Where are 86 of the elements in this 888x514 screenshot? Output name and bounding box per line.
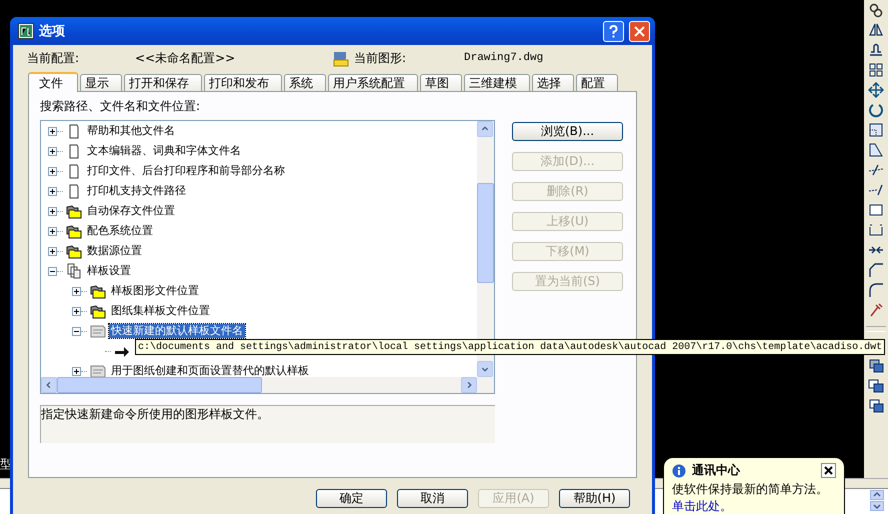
folder-icon: [90, 303, 106, 319]
notification-title: 通讯中心: [692, 462, 742, 479]
scroll-up-icon[interactable]: [477, 121, 493, 137]
scroll-thumb[interactable]: [477, 183, 494, 283]
drawing-icon: [332, 49, 350, 67]
template-file-icon: [90, 323, 106, 339]
window-title: 选项: [39, 23, 66, 40]
scroll-left-icon[interactable]: [41, 377, 57, 393]
dialog-button[interactable]: 取消: [397, 489, 468, 508]
scroll-up-icon[interactable]: [870, 490, 884, 500]
dialog-button[interactable]: 确定: [316, 489, 387, 508]
expand-icon[interactable]: [48, 206, 57, 216]
tree-item[interactable]: 图纸集样板文件位置: [109, 304, 212, 318]
scroll-down-icon[interactable]: [870, 501, 884, 511]
template-file-icon: [90, 363, 106, 377]
profile-label: 当前配置:: [27, 50, 80, 66]
chain-icon[interactable]: [868, 2, 884, 18]
folder-icon: [66, 243, 82, 259]
layers-icon[interactable]: [868, 378, 884, 394]
folder-icon: [90, 283, 106, 299]
mirror-icon[interactable]: [868, 22, 884, 38]
dialog-button[interactable]: 帮助(H): [559, 489, 630, 508]
grid-icon[interactable]: [868, 62, 884, 78]
close-icon: [633, 24, 646, 38]
folder-icon: [66, 203, 82, 219]
scroll-thumb[interactable]: [57, 377, 262, 393]
expand-icon[interactable]: [48, 126, 57, 136]
tree-item[interactable]: 快速新建的默认样板文件名: [109, 324, 245, 338]
tab[interactable]: 选择: [532, 74, 574, 91]
expand-icon[interactable]: [72, 366, 81, 376]
collapse-icon[interactable]: [48, 266, 57, 276]
tab[interactable]: 打开和保存: [124, 74, 202, 91]
chamfer-icon[interactable]: [868, 262, 884, 278]
tree-item[interactable]: 用于图纸创建和页面设置替代的默认样板: [109, 364, 311, 377]
expand-icon[interactable]: [48, 186, 57, 196]
expand-icon[interactable]: [72, 286, 81, 296]
documents-icon: [66, 263, 82, 279]
expand-icon[interactable]: [72, 306, 81, 316]
trim-icon[interactable]: [868, 162, 884, 178]
tree-item[interactable]: 打印机支持文件路径: [85, 184, 188, 198]
notification-message: 使软件保持最新的简单方法。: [672, 481, 829, 498]
scroll-down-icon[interactable]: [477, 361, 493, 377]
drawing-value: Drawing7.dwg: [464, 52, 544, 64]
expand-icon[interactable]: [48, 166, 57, 176]
close-icon: [824, 466, 833, 475]
tab[interactable]: 系统: [284, 74, 326, 91]
tab[interactable]: 显示: [80, 74, 122, 91]
tab[interactable]: 文件: [28, 72, 78, 92]
close-button[interactable]: [821, 463, 836, 478]
extend-icon[interactable]: [868, 182, 884, 198]
tree-item[interactable]: 数据源位置: [85, 244, 144, 258]
tree-label: 搜索路径、文件名和文件位置:: [40, 98, 202, 115]
path-tooltip: c:\documents and settings\administrator\local settings\application data\autodesk\autocad 2007\r17.0\chs\template\acadiso.dwt: [135, 339, 886, 355]
fillet-icon[interactable]: [868, 282, 884, 298]
collapse-icon[interactable]: [72, 326, 81, 336]
tab[interactable]: 配置: [576, 74, 618, 91]
info-icon: [672, 464, 686, 478]
tab[interactable]: 用户系统配置: [328, 74, 418, 91]
rectangle-icon[interactable]: [868, 202, 884, 218]
tree-item[interactable]: 文本编辑器、词典和字体文件名: [85, 144, 243, 158]
app-icon: [18, 23, 34, 39]
side-button[interactable]: 浏览(B)...: [512, 122, 623, 141]
tree-item[interactable]: 打印文件、后台打印程序和前导部分名称: [85, 164, 287, 178]
tab[interactable]: 草图: [420, 74, 462, 91]
folder-icon: [66, 223, 82, 239]
expand-icon[interactable]: [48, 146, 57, 156]
drawing-label: 当前图形:: [354, 50, 408, 66]
help-icon: [607, 24, 620, 38]
expand-icon[interactable]: [48, 246, 57, 256]
help-button[interactable]: [603, 20, 624, 42]
scroll-right-icon[interactable]: [461, 377, 477, 393]
rotate-icon[interactable]: [868, 102, 884, 118]
tab[interactable]: 打印和发布: [204, 74, 282, 91]
tree-item[interactable]: 自动保存文件位置: [85, 204, 177, 218]
description-text: 指定快速新建命令所使用的图形样板文件。: [40, 405, 495, 443]
tree-item[interactable]: 帮助和其他文件名: [85, 124, 177, 138]
expand-icon[interactable]: [48, 226, 57, 236]
tree-item[interactable]: 配色系统位置: [85, 224, 155, 238]
notification-link[interactable]: 单击此处。: [672, 498, 836, 514]
move-icon[interactable]: [868, 82, 884, 98]
tree-item[interactable]: 样板图形文件位置: [109, 284, 201, 298]
tab[interactable]: 三维建模: [464, 74, 530, 91]
layers-icon[interactable]: [868, 398, 884, 414]
layers-icon[interactable]: [868, 358, 884, 374]
tree-item[interactable]: 样板设置: [85, 264, 133, 278]
profile-value: <<未命名配置>>: [135, 50, 236, 66]
